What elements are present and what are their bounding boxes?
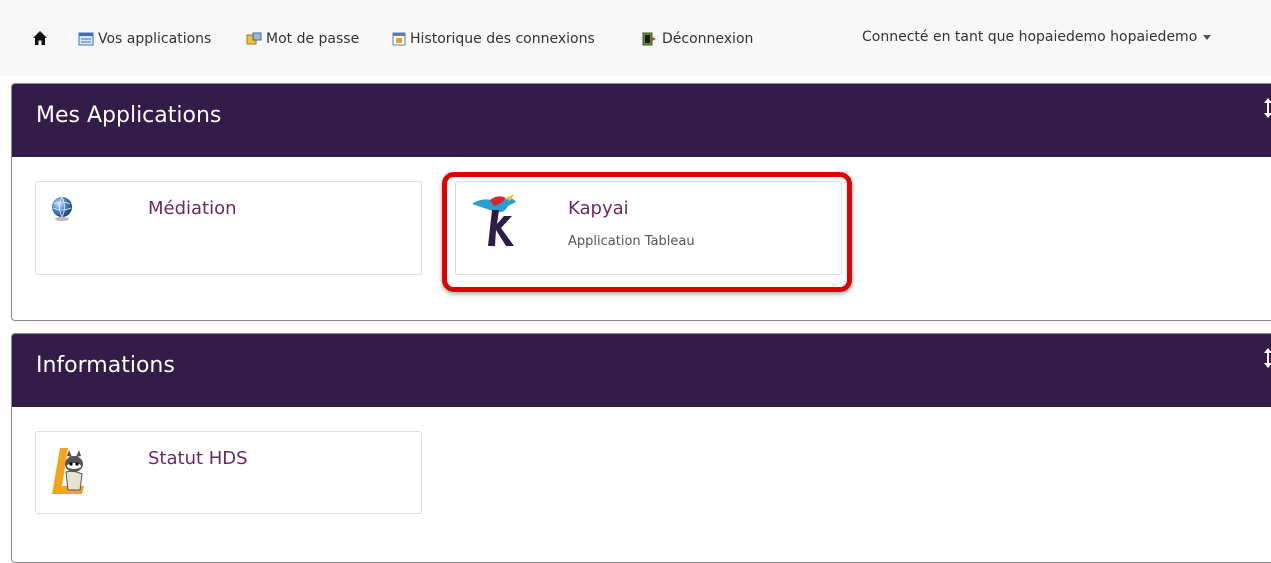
nav-label: Vos applications xyxy=(98,31,212,47)
panel-header: Informations xyxy=(12,334,1271,407)
expand-collapse-icon[interactable] xyxy=(1264,98,1271,118)
user-menu-dropdown[interactable]: Connecté en tant que hopaiedemo hopaiede… xyxy=(862,29,1212,45)
chevron-down-icon xyxy=(1203,34,1212,40)
nav-password[interactable]: Mot de passe xyxy=(246,29,359,49)
panel-informations: Informations Statut HDS xyxy=(11,333,1271,563)
password-icon xyxy=(246,32,262,45)
nav-label: Mot de passe xyxy=(266,31,360,47)
highlight-annotation xyxy=(442,172,852,292)
nav-logout[interactable]: Déconnexion xyxy=(642,29,753,49)
nav-your-applications[interactable]: Vos applications xyxy=(78,29,211,49)
app-name: Statut HDS xyxy=(148,448,248,469)
nav-label: Historique des connexions xyxy=(410,31,595,47)
panel-header: Mes Applications xyxy=(12,84,1271,157)
app-name: Médiation xyxy=(148,198,237,219)
logout-icon xyxy=(642,32,656,46)
home-icon[interactable] xyxy=(32,30,48,46)
user-menu-label: Connecté en tant que hopaiedemo hopaiede… xyxy=(862,29,1198,45)
expand-collapse-icon[interactable] xyxy=(1264,348,1271,368)
top-navbar: Vos applications Mot de passe Historique… xyxy=(0,0,1271,76)
panel-title: Mes Applications xyxy=(36,103,222,128)
nav-label: Déconnexion xyxy=(662,31,754,47)
hds-status-icon xyxy=(52,448,84,494)
globe-icon xyxy=(52,196,72,221)
panel-title: Informations xyxy=(36,353,175,378)
applications-icon xyxy=(78,32,94,46)
app-card-hds-status[interactable]: Statut HDS xyxy=(35,431,422,514)
calendar-icon xyxy=(392,32,406,46)
app-card-mediation[interactable]: Médiation xyxy=(35,181,422,275)
nav-connection-history[interactable]: Historique des connexions xyxy=(392,29,595,49)
